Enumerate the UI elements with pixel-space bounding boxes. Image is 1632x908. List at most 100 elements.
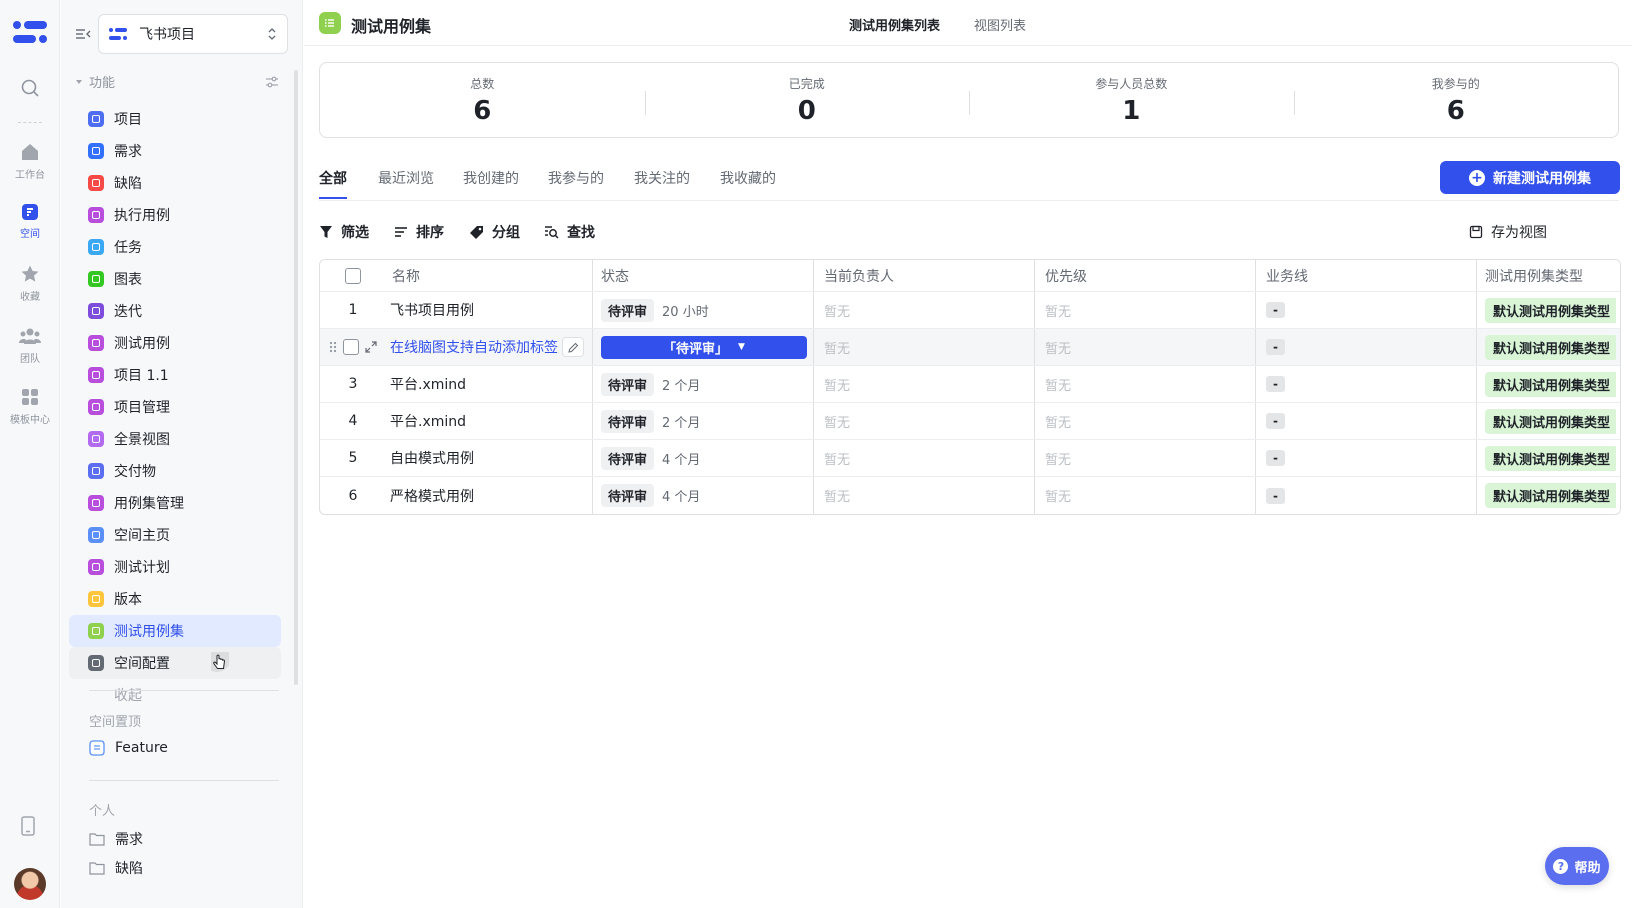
new-test-suite-button[interactable]: + 新建测试用例集 bbox=[1440, 161, 1620, 194]
suite-name[interactable]: 自由模式用例 bbox=[386, 440, 592, 476]
owner-cell[interactable]: 暂无 bbox=[813, 403, 1034, 439]
rail-team[interactable]: 团队 bbox=[0, 326, 60, 365]
table-row[interactable]: 1 飞书项目用例 待评审 20 小时 暂无 暂无 - 默认测试用例集类型 bbox=[320, 292, 1620, 329]
table-row[interactable]: 5 自由模式用例 待评审 4 个月 暂无 暂无 - 默认测试用例集类型 bbox=[320, 440, 1620, 477]
tab-created[interactable]: 我创建的 bbox=[463, 168, 519, 188]
sidebar-item[interactable]: 项目 bbox=[69, 103, 281, 135]
sidebar-item[interactable]: 用例集管理 bbox=[69, 487, 281, 519]
sidebar-item[interactable]: 版本 bbox=[69, 583, 281, 615]
sidebar-item[interactable]: 缺陷 bbox=[69, 167, 281, 199]
status-cell[interactable]: 待评审 4 个月 bbox=[592, 440, 813, 476]
collapse-link[interactable]: 收起 bbox=[69, 679, 281, 711]
suite-type-cell[interactable]: 默认测试用例集类型 bbox=[1476, 440, 1616, 476]
business-line-cell[interactable]: - bbox=[1255, 292, 1476, 328]
owner-cell[interactable]: 暂无 bbox=[813, 292, 1034, 328]
row-checkbox[interactable] bbox=[343, 339, 359, 355]
status-cell[interactable]: 待评审 2 个月 bbox=[592, 366, 813, 402]
sidebar-item[interactable]: 执行用例 bbox=[69, 199, 281, 231]
table-row[interactable]: 在线脑图支持自动添加标签 「待评审」 ▼ 暂无 暂无 - 默认测试用例集类型 bbox=[320, 329, 1620, 366]
mobile-icon[interactable] bbox=[20, 816, 36, 836]
sidebar-scrollbar[interactable] bbox=[294, 70, 298, 685]
edit-icon[interactable] bbox=[562, 337, 584, 357]
rail-workbench[interactable]: 工作台 bbox=[0, 142, 60, 181]
column-header-name[interactable]: 名称 bbox=[386, 260, 592, 291]
status-cell[interactable]: 待评审 2 个月 bbox=[592, 403, 813, 439]
rail-space[interactable]: 空间 bbox=[0, 203, 60, 240]
column-header-status[interactable]: 状态 bbox=[592, 260, 813, 291]
app-logo-icon[interactable] bbox=[13, 18, 47, 48]
business-line-cell[interactable]: - bbox=[1255, 440, 1476, 476]
drag-handle-icon[interactable] bbox=[329, 341, 337, 353]
find-button[interactable]: 查找 bbox=[544, 222, 595, 242]
table-row[interactable]: 4 平台.xmind 待评审 2 个月 暂无 暂无 - 默认测试用例集类型 bbox=[320, 403, 1620, 440]
pinned-item-feature[interactable]: Feature bbox=[89, 740, 168, 756]
sidebar-item[interactable]: 空间配置 bbox=[69, 647, 281, 679]
suite-name[interactable]: 飞书项目用例 bbox=[386, 292, 592, 328]
suite-type-cell[interactable]: 默认测试用例集类型 bbox=[1476, 477, 1616, 514]
business-line-cell[interactable]: - bbox=[1255, 403, 1476, 439]
sidebar-item[interactable]: 图表 bbox=[69, 263, 281, 295]
priority-cell[interactable]: 暂无 bbox=[1034, 440, 1255, 476]
suite-name[interactable]: 严格模式用例 bbox=[386, 477, 592, 514]
tab-view-list[interactable]: 视图列表 bbox=[974, 15, 1026, 34]
owner-cell[interactable]: 暂无 bbox=[813, 477, 1034, 514]
filter-button[interactable]: 筛选 bbox=[319, 222, 369, 242]
column-header-business-line[interactable]: 业务线 bbox=[1255, 260, 1476, 291]
feature-section-header[interactable]: 功能 bbox=[75, 72, 279, 91]
project-selector[interactable]: 飞书项目 bbox=[98, 14, 288, 54]
suite-type-cell[interactable]: 默认测试用例集类型 bbox=[1476, 403, 1616, 439]
owner-cell[interactable]: 暂无 bbox=[813, 366, 1034, 402]
tab-recent[interactable]: 最近浏览 bbox=[378, 168, 434, 188]
rail-templates[interactable]: 模板中心 bbox=[0, 387, 60, 426]
suite-type-cell[interactable]: 默认测试用例集类型 bbox=[1476, 366, 1616, 402]
column-header-owner[interactable]: 当前负责人 bbox=[813, 260, 1034, 291]
status-cell[interactable]: 待评审 4 个月 bbox=[592, 477, 813, 514]
user-avatar[interactable] bbox=[14, 868, 46, 900]
sort-button[interactable]: 排序 bbox=[394, 222, 444, 242]
priority-cell[interactable]: 暂无 bbox=[1034, 292, 1255, 328]
sidebar-item[interactable]: 迭代 bbox=[69, 295, 281, 327]
owner-cell[interactable]: 暂无 bbox=[813, 329, 1034, 365]
tab-favorites[interactable]: 我收藏的 bbox=[720, 168, 776, 188]
personal-item-bug[interactable]: 缺陷 bbox=[89, 858, 143, 878]
column-header-priority[interactable]: 优先级 bbox=[1034, 260, 1255, 291]
sidebar-item[interactable]: 空间主页 bbox=[69, 519, 281, 551]
suite-type-cell[interactable]: 默认测试用例集类型 bbox=[1476, 292, 1616, 328]
tab-participated[interactable]: 我参与的 bbox=[548, 168, 604, 188]
tab-suite-list[interactable]: 测试用例集列表 bbox=[849, 15, 940, 34]
tab-all[interactable]: 全部 bbox=[319, 168, 347, 199]
save-view-button[interactable]: 存为视图 bbox=[1469, 222, 1547, 242]
business-line-cell[interactable]: - bbox=[1255, 477, 1476, 514]
sidebar-item[interactable]: 任务 bbox=[69, 231, 281, 263]
table-row[interactable]: 3 平台.xmind 待评审 2 个月 暂无 暂无 - 默认测试用例集类型 bbox=[320, 366, 1620, 403]
select-all-checkbox[interactable] bbox=[345, 267, 361, 284]
collapse-sidebar-icon[interactable] bbox=[75, 26, 91, 42]
expand-icon[interactable] bbox=[365, 341, 377, 353]
status-cell[interactable]: 待评审 20 小时 bbox=[592, 292, 813, 328]
sidebar-item[interactable]: 测试用例 bbox=[69, 327, 281, 359]
business-line-cell[interactable]: - bbox=[1255, 329, 1476, 365]
rail-search[interactable] bbox=[0, 78, 60, 102]
business-line-cell[interactable]: - bbox=[1255, 366, 1476, 402]
priority-cell[interactable]: 暂无 bbox=[1034, 366, 1255, 402]
priority-cell[interactable]: 暂无 bbox=[1034, 477, 1255, 514]
column-header-suite-type[interactable]: 测试用例集类型 bbox=[1476, 260, 1616, 291]
owner-cell[interactable]: 暂无 bbox=[813, 440, 1034, 476]
sidebar-item[interactable]: 全景视图 bbox=[69, 423, 281, 455]
suite-name[interactable]: 平台.xmind bbox=[386, 366, 592, 402]
status-dropdown[interactable]: 「待评审」 ▼ bbox=[601, 335, 807, 359]
sidebar-item[interactable]: 项目 1.1 bbox=[69, 359, 281, 391]
sidebar-item[interactable]: 测试用例集 bbox=[69, 615, 281, 647]
table-row[interactable]: 6 严格模式用例 待评审 4 个月 暂无 暂无 - 默认测试用例集类型 bbox=[320, 477, 1620, 514]
suite-name[interactable]: 平台.xmind bbox=[386, 403, 592, 439]
priority-cell[interactable]: 暂无 bbox=[1034, 329, 1255, 365]
suite-name-link[interactable]: 在线脑图支持自动添加标签 bbox=[386, 329, 592, 365]
sidebar-item[interactable]: 项目管理 bbox=[69, 391, 281, 423]
sidebar-item[interactable]: 测试计划 bbox=[69, 551, 281, 583]
group-button[interactable]: 分组 bbox=[469, 222, 520, 242]
priority-cell[interactable]: 暂无 bbox=[1034, 403, 1255, 439]
sidebar-item[interactable]: 交付物 bbox=[69, 455, 281, 487]
rail-favorites[interactable]: 收藏 bbox=[0, 264, 60, 303]
suite-type-cell[interactable]: 默认测试用例集类型 bbox=[1476, 329, 1616, 365]
personal-item-requirement[interactable]: 需求 bbox=[89, 829, 143, 849]
